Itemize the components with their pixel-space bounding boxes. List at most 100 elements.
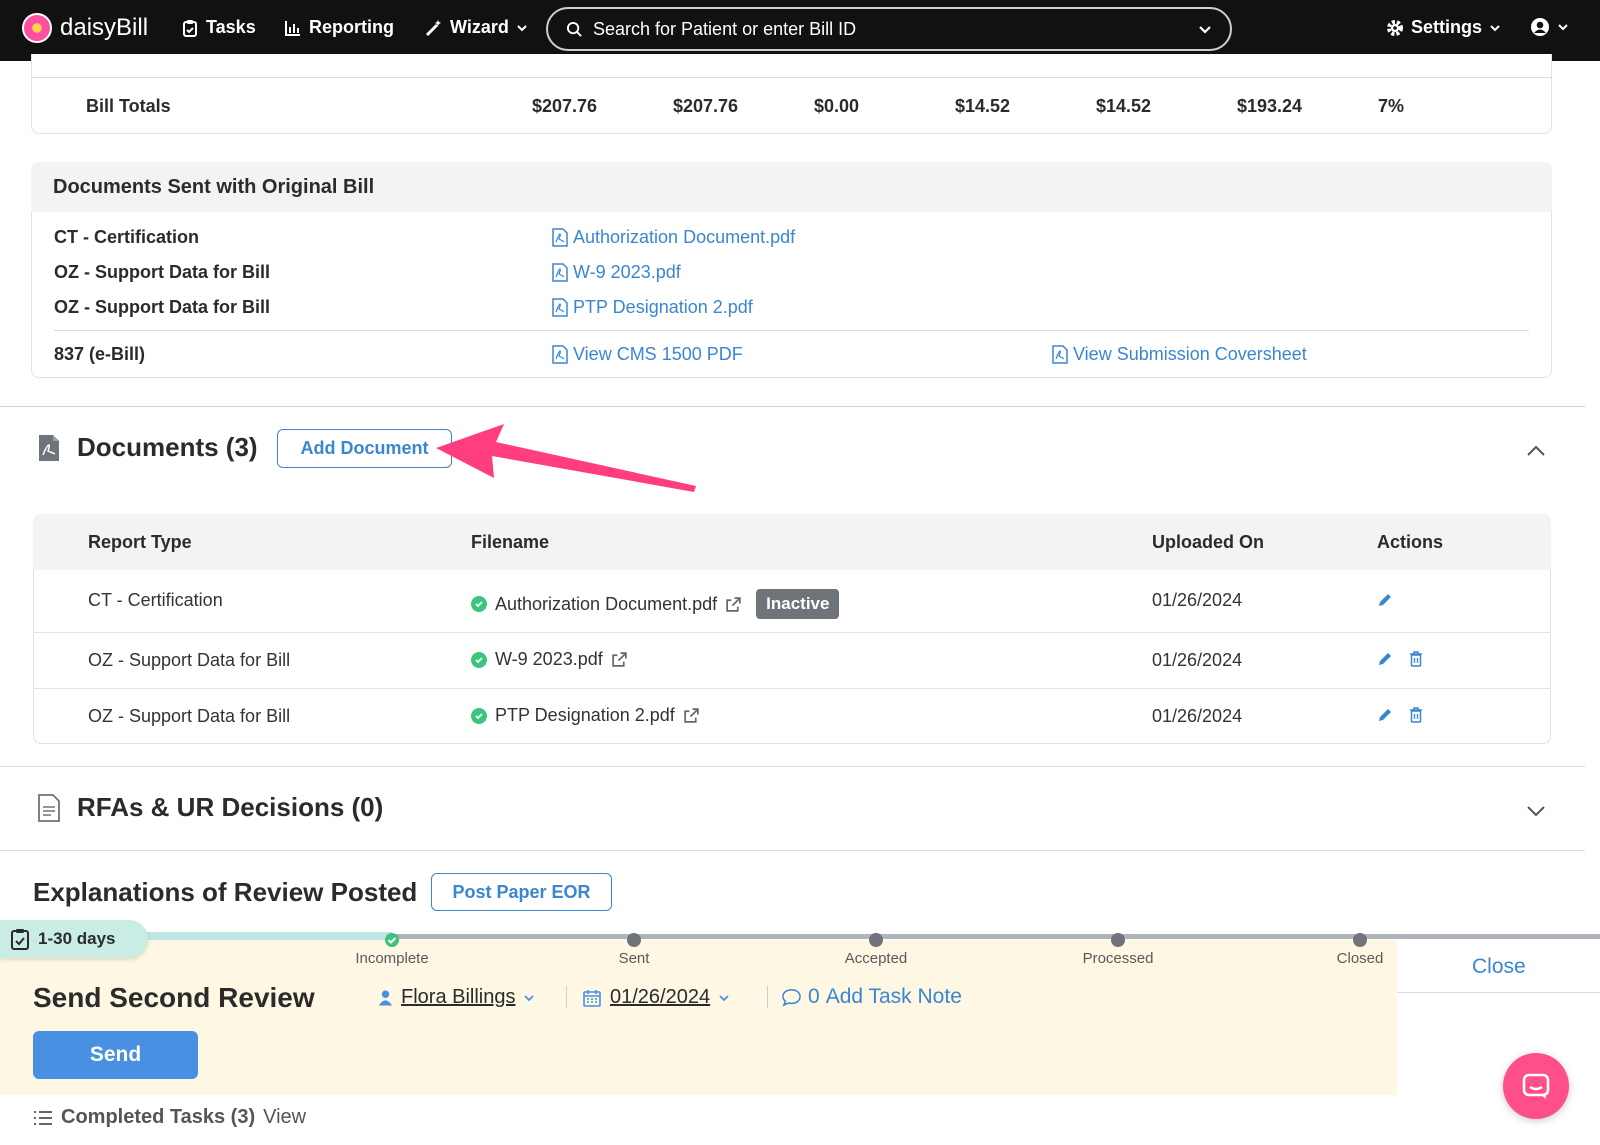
bill-total-value: 7% xyxy=(1378,96,1405,116)
doc-filename[interactable]: PTP Designation 2.pdf xyxy=(495,705,675,726)
divider xyxy=(33,688,1551,689)
comment-icon xyxy=(782,988,801,1007)
chevron-down-icon xyxy=(1558,24,1568,31)
bar-chart-icon xyxy=(285,20,300,36)
chevron-down-icon[interactable] xyxy=(1526,805,1546,819)
nav-reporting[interactable]: Reporting xyxy=(284,17,394,38)
bill-total-value: $207.76 xyxy=(673,96,739,116)
docs-sent-link[interactable]: W-9 2023.pdf xyxy=(552,262,681,283)
nav-tasks[interactable]: Tasks xyxy=(181,17,256,38)
nav-settings-label: Settings xyxy=(1411,17,1483,37)
task-note-label: Add Task Note xyxy=(825,985,962,1008)
chevron-up-icon[interactable] xyxy=(1526,443,1546,457)
stage-dot xyxy=(1353,933,1367,947)
completed-tasks-view-link[interactable]: View xyxy=(263,1106,306,1129)
stage-dot xyxy=(1111,933,1125,947)
documents-table-header xyxy=(33,514,1551,570)
logo-text: daisyBill xyxy=(60,14,149,41)
docs-sent-label: OZ - Support Data for Bill xyxy=(54,297,270,317)
external-link-icon[interactable] xyxy=(725,596,742,613)
docs-sent-link-text: W-9 2023.pdf xyxy=(573,262,681,282)
close-task-link[interactable]: Close xyxy=(1472,955,1526,979)
trash-icon[interactable] xyxy=(1408,650,1424,668)
user-icon xyxy=(378,990,393,1005)
divider xyxy=(32,77,1551,78)
section-divider xyxy=(0,766,1585,767)
magic-wand-icon xyxy=(425,19,441,36)
nav-user-menu[interactable] xyxy=(1530,17,1569,37)
stage-dot xyxy=(869,933,883,947)
task-date-picker[interactable]: 01/26/2024 xyxy=(582,986,730,1009)
bill-totals-label: Bill Totals xyxy=(86,96,171,116)
post-paper-eor-button[interactable]: Post Paper EOR xyxy=(431,873,612,911)
top-navbar: daisyBill Tasks Reporting Wizard Search … xyxy=(0,0,1600,61)
search-input[interactable]: Search for Patient or enter Bill ID xyxy=(546,7,1232,51)
view-coversheet-text: View Submission Coversheet xyxy=(1073,344,1307,364)
chevron-down-icon xyxy=(517,24,527,31)
check-circle-icon xyxy=(471,596,487,612)
nav-settings[interactable]: Settings xyxy=(1386,17,1501,38)
bill-total-value: $14.52 xyxy=(1096,96,1152,116)
view-cms-1500-text: View CMS 1500 PDF xyxy=(573,344,743,364)
pdf-file-icon xyxy=(552,263,568,282)
docs-sent-label: CT - Certification xyxy=(54,227,200,247)
status-badge: Inactive xyxy=(756,589,840,619)
stage-label: Incomplete xyxy=(355,950,429,967)
doc-filename[interactable]: W-9 2023.pdf xyxy=(495,649,603,670)
pdf-file-icon xyxy=(552,228,568,247)
pdf-file-icon xyxy=(1052,345,1068,364)
doc-report-type: CT - Certification xyxy=(88,590,223,610)
rfas-section-title[interactable]: RFAs & UR Decisions (0) xyxy=(77,792,383,823)
calendar-icon xyxy=(583,989,601,1007)
edit-pencil-icon[interactable] xyxy=(1377,707,1393,723)
check-circle-icon xyxy=(471,651,487,668)
doc-filename[interactable]: Authorization Document.pdf xyxy=(495,594,717,615)
stage-complete-icon xyxy=(385,933,399,947)
docs-sent-label: OZ - Support Data for Bill xyxy=(54,262,270,282)
task-age-badge: 1-30 days xyxy=(0,920,148,958)
pdf-file-icon xyxy=(39,435,59,461)
ebill-label: 837 (e-Bill) xyxy=(54,344,146,364)
trash-icon[interactable] xyxy=(1408,706,1424,724)
send-button[interactable]: Send xyxy=(33,1031,198,1079)
edit-pencil-icon[interactable] xyxy=(1377,592,1393,608)
search-icon xyxy=(566,21,582,37)
docs-sent-link-text: Authorization Document.pdf xyxy=(573,227,796,247)
edit-pencil-icon[interactable] xyxy=(1377,651,1393,667)
chat-launcher-button[interactable] xyxy=(1503,1053,1569,1119)
stage-label: Sent xyxy=(618,950,650,967)
divider xyxy=(54,330,1529,331)
bill-total-value: $193.24 xyxy=(1237,96,1303,116)
doc-uploaded-on: 01/26/2024 xyxy=(1152,706,1243,726)
external-link-icon[interactable] xyxy=(683,707,700,724)
task-assignee-dropdown[interactable]: Flora Billings xyxy=(378,986,535,1009)
view-coversheet-link[interactable]: View Submission Coversheet xyxy=(1052,344,1307,365)
table-row-filename: W-9 2023.pdf xyxy=(471,649,628,670)
doc-report-type: OZ - Support Data for Bill xyxy=(88,706,291,726)
chevron-down-icon xyxy=(719,994,729,1001)
add-document-button[interactable]: Add Document xyxy=(277,429,452,468)
external-link-icon[interactable] xyxy=(611,651,628,668)
add-task-note-link[interactable]: 0 Add Task Note xyxy=(781,985,962,1009)
docs-sent-link-text: PTP Designation 2.pdf xyxy=(573,297,753,317)
view-cms-1500-link[interactable]: View CMS 1500 PDF xyxy=(552,344,743,365)
daisy-logo-icon xyxy=(22,13,52,43)
docs-sent-link[interactable]: PTP Designation 2.pdf xyxy=(552,297,753,318)
bill-total-value: $207.76 xyxy=(532,96,598,116)
bill-total-value: $0.00 xyxy=(814,96,860,116)
col-filename: Filename xyxy=(471,532,550,552)
col-actions: Actions xyxy=(1377,532,1444,552)
daisybill-logo[interactable]: daisyBill xyxy=(22,13,148,43)
stage-label: Accepted xyxy=(844,950,908,967)
chevron-down-icon xyxy=(1199,26,1211,34)
stage-label: Processed xyxy=(1082,950,1154,967)
nav-tasks-label: Tasks xyxy=(206,17,256,37)
col-report-type: Report Type xyxy=(88,532,192,552)
divider xyxy=(1397,992,1600,993)
docs-sent-link[interactable]: Authorization Document.pdf xyxy=(552,227,795,248)
task-title: Send Second Review xyxy=(33,982,315,1013)
nav-wizard[interactable]: Wizard xyxy=(425,17,528,38)
stage-label: Closed xyxy=(1336,950,1384,967)
clipboard-check-icon xyxy=(11,929,29,950)
search-placeholder: Search for Patient or enter Bill ID xyxy=(593,18,857,39)
